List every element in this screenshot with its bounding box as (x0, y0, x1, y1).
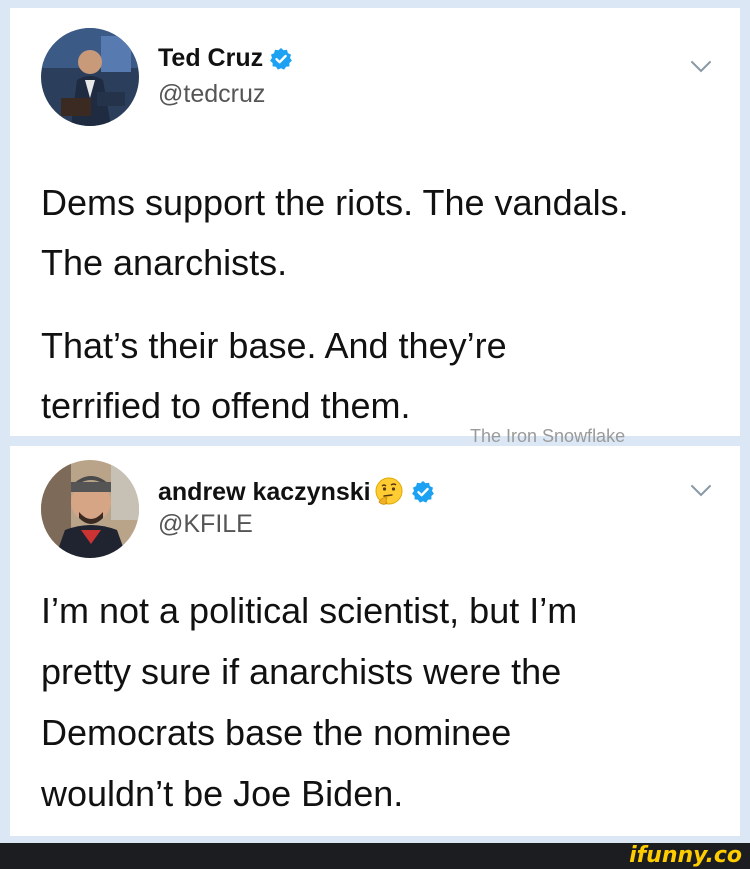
avatar-image-icon (41, 460, 139, 558)
tweet-body-line: That’s their base. And they’re (41, 325, 507, 366)
handle[interactable]: @KFILE (158, 510, 253, 539)
display-name-row: andrew kaczynski (158, 476, 435, 508)
display-name[interactable]: andrew kaczynski (158, 478, 371, 507)
avatar[interactable] (41, 28, 139, 126)
tweet-body-line: wouldn’t be Joe Biden. (41, 773, 404, 814)
tweet-card-tedcruz[interactable]: Ted Cruz @tedcruz Dems support the riots… (10, 8, 740, 436)
screenshot-root: Ted Cruz @tedcruz Dems support the riots… (0, 0, 750, 869)
watermark-text: The Iron Snowflake (470, 426, 626, 446)
tweet-body: I’m not a political scientist, but I’m p… (41, 580, 720, 824)
tweet-body-line: Dems support the riots. The vandals. (41, 182, 629, 223)
verified-badge-icon (411, 481, 434, 503)
tweet-body-line: Democrats base the nominee (41, 712, 512, 753)
chevron-down-icon[interactable] (690, 484, 712, 498)
ifunny-logo[interactable]: ifunny.co (629, 843, 742, 869)
footer-bar: ifunny.co (0, 843, 750, 869)
tweet-body-paragraph-2: That’s their base. And they’re terrified… (41, 316, 720, 436)
thinking-face-emoji-icon (375, 477, 403, 505)
handle[interactable]: @tedcruz (158, 80, 265, 109)
tweet-body-line: pretty sure if anarchists were the (41, 651, 562, 692)
tweet-body-line: I’m not a political scientist, but I’m (41, 590, 578, 631)
verified-badge-icon (270, 47, 292, 70)
avatar[interactable] (41, 460, 139, 558)
display-name[interactable]: Ted Cruz (158, 44, 263, 73)
tweet-body-line: The anarchists. (41, 242, 288, 283)
tweet-body-paragraph-1: Dems support the riots. The vandals. The… (41, 173, 720, 293)
avatar-image-icon (41, 28, 139, 126)
chevron-down-icon[interactable] (690, 60, 712, 74)
tweet-card-kfile[interactable]: andrew kaczynski @KFILE I’m not a politi… (10, 446, 740, 836)
display-name-row: Ted Cruz (158, 44, 293, 73)
